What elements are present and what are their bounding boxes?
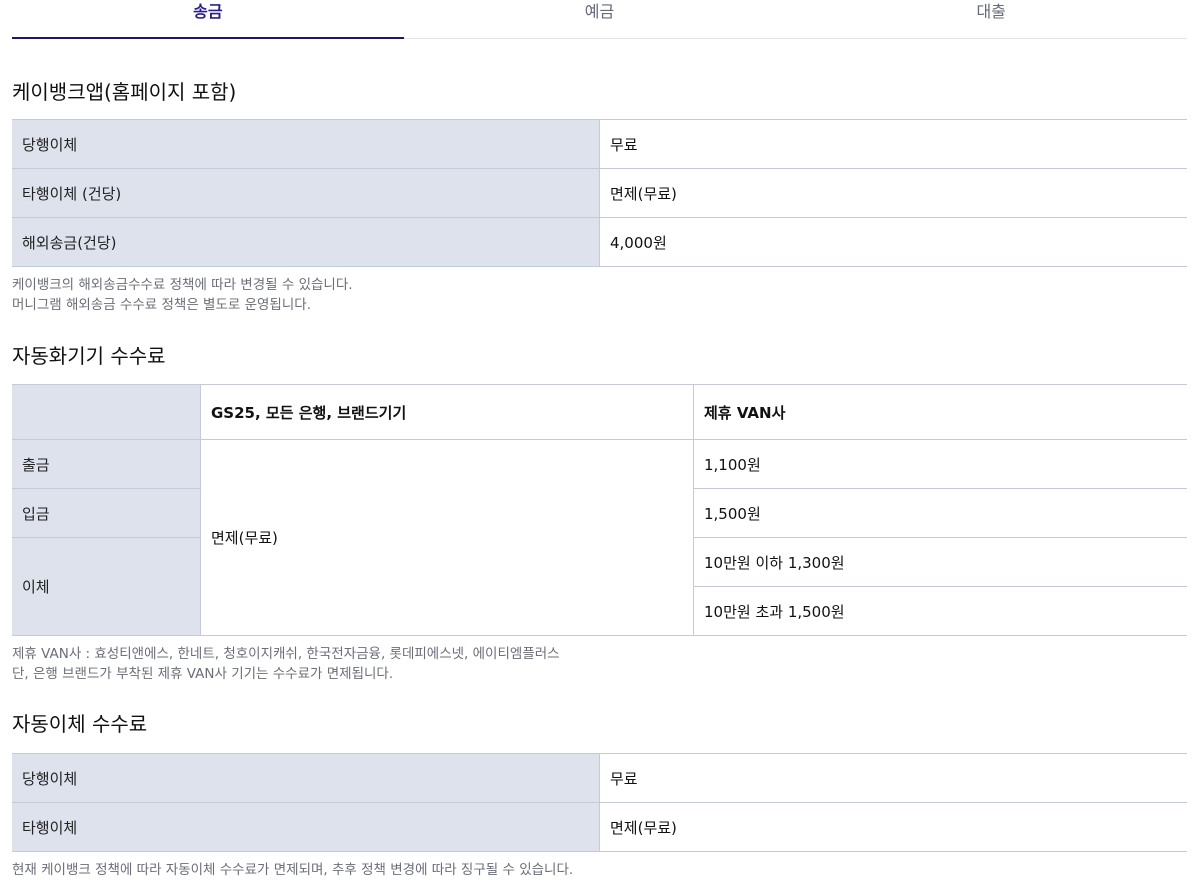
table-row: 해외송금(건당) 4,000원	[12, 217, 1187, 267]
section-title-autotransfer-fees: 자동이체 수수료	[12, 712, 148, 736]
van-fee-deposit: 1,500원	[693, 488, 1187, 538]
note-line: 머니그램 해외송금 수수료 정책은 별도로 운영됩니다.	[12, 297, 311, 313]
table-row: 출금 면제(무료) 1,100원	[12, 439, 1187, 636]
tab-deposit[interactable]: 예금	[404, 0, 796, 38]
row-label: 당행이체	[12, 119, 600, 169]
row-label-withdraw: 출금	[12, 439, 201, 489]
row-value: 면제(무료)	[599, 802, 1187, 852]
tab-transfer[interactable]: 송금	[12, 0, 404, 39]
table-row: 당행이체 무료	[12, 753, 1187, 803]
van-fee-transfer-under: 10만원 이하 1,300원	[693, 537, 1187, 587]
row-label-transfer: 이체	[12, 537, 201, 636]
van-fee-transfer-over: 10만원 초과 1,500원	[693, 586, 1187, 636]
row-label: 해외송금(건당)	[12, 217, 600, 267]
app-fee-table: 당행이체 무료 타행이체 (건당) 면제(무료) 해외송금(건당) 4,000원	[12, 119, 1187, 267]
tab-loan[interactable]: 대출	[795, 0, 1187, 38]
row-value: 무료	[599, 119, 1187, 169]
table-header-row: GS25, 모든 은행, 브랜드기기 제휴 VAN사	[12, 384, 1187, 440]
note-line: 케이뱅크의 해외송금수수료 정책에 따라 변경될 수 있습니다.	[12, 277, 353, 293]
section-title-atm-fees: 자동화기기 수수료	[12, 344, 166, 368]
table-row: 당행이체 무료	[12, 119, 1187, 169]
fee-page: 송금 예금 대출 케이뱅크앱(홈페이지 포함) 당행이체 무료 타행이체 (건당…	[12, 0, 1187, 878]
note-line: 단, 은행 브랜드가 부착된 제휴 VAN사 기기는 수수료가 면제됩니다.	[12, 666, 394, 682]
header-col-van: 제휴 VAN사	[693, 384, 1187, 440]
row-value: 면제(무료)	[599, 168, 1187, 218]
section-title-app-fees: 케이뱅크앱(홈페이지 포함)	[12, 80, 237, 104]
autotransfer-fee-notes: 현재 케이뱅크 정책에 따라 자동이체 수수료가 면제되며, 추후 정책 변경에…	[12, 860, 573, 880]
row-label: 타행이체	[12, 802, 600, 852]
atm-fee-notes: 제휴 VAN사 : 효성티앤에스, 한네트, 청호이지캐쉬, 한국전자금융, 롯…	[12, 644, 560, 684]
note-line: 현재 케이뱅크 정책에 따라 자동이체 수수료가 면제되며, 추후 정책 변경에…	[12, 862, 574, 878]
header-corner	[12, 384, 201, 440]
row-value: 무료	[599, 753, 1187, 803]
atm-fee-table: GS25, 모든 은행, 브랜드기기 제휴 VAN사 출금 면제(무료) 1,1…	[12, 384, 1187, 636]
brand-machine-fee: 면제(무료)	[200, 439, 694, 636]
table-row: 타행이체 (건당) 면제(무료)	[12, 168, 1187, 218]
tab-bar: 송금 예금 대출	[12, 0, 1187, 39]
note-line: 제휴 VAN사 : 효성티앤에스, 한네트, 청호이지캐쉬, 한국전자금융, 롯…	[12, 646, 560, 662]
header-col-brand-machines: GS25, 모든 은행, 브랜드기기	[200, 384, 694, 440]
table-row: 타행이체 면제(무료)	[12, 802, 1187, 852]
van-fee-withdraw: 1,100원	[693, 439, 1187, 489]
row-label-deposit: 입금	[12, 488, 201, 538]
row-value: 4,000원	[599, 217, 1187, 267]
app-fee-notes: 케이뱅크의 해외송금수수료 정책에 따라 변경될 수 있습니다. 머니그램 해외…	[12, 275, 353, 315]
row-label: 타행이체 (건당)	[12, 168, 600, 218]
row-label: 당행이체	[12, 753, 600, 803]
autotransfer-fee-table: 당행이체 무료 타행이체 면제(무료)	[12, 753, 1187, 852]
